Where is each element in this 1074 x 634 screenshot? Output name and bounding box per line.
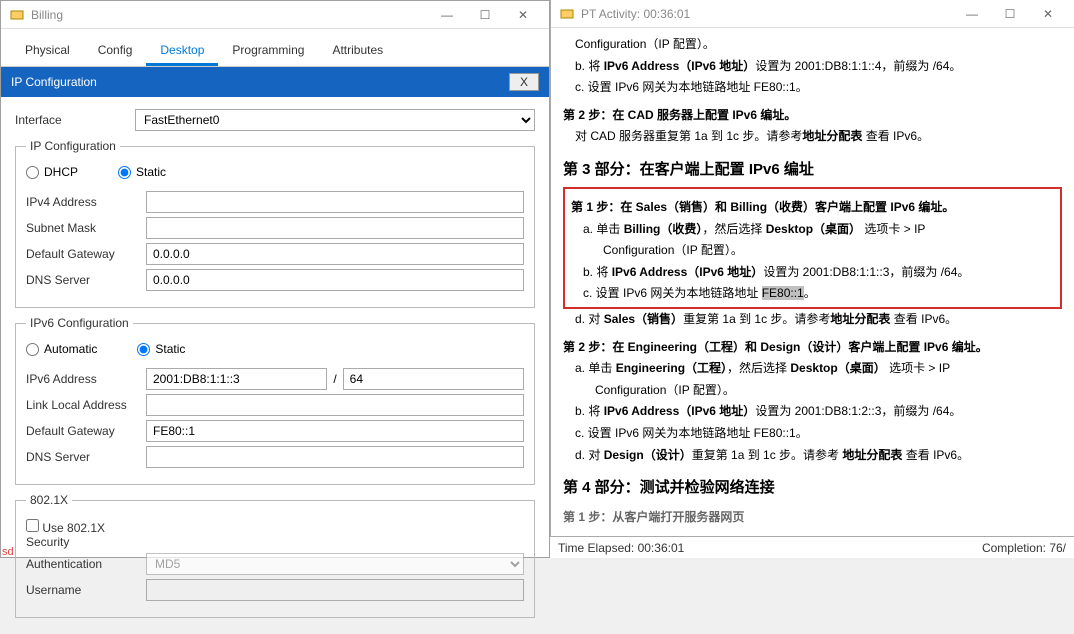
text-line: Configuration（IP 配置）。 (591, 380, 1062, 402)
ipcfg-legend: IP Configuration (26, 139, 120, 153)
dns6-input[interactable] (146, 446, 524, 468)
pt-titlebar: PT Activity: 00:36:01 — ☐ ✕ (551, 0, 1074, 28)
text-line: c. 设置 IPv6 网关为本地链路地址 FE80::1。 (591, 77, 1062, 99)
step-title: 第 2 步：在 Engineering（工程）和 Design（设计）客户端上配… (563, 337, 1062, 359)
gateway4-input[interactable] (146, 243, 524, 265)
minimize-button[interactable]: — (429, 3, 465, 27)
use8021x-checkbox[interactable] (26, 519, 39, 532)
maximize-button[interactable]: ☐ (467, 3, 503, 27)
billing-window: Billing — ☐ ✕ Physical Config Desktop Pr… (0, 0, 550, 558)
completion: Completion: 76/ (982, 541, 1066, 555)
text-line: a. 单击 Engineering（工程），然后选择 Desktop（桌面） 选… (591, 358, 1062, 380)
text-line: 对 CAD 服务器重复第 1a 到 1c 步。请参考地址分配表 查看 IPv6。 (591, 126, 1062, 148)
dot1x-group: 802.1X Use 802.1X Security Authenticatio… (15, 493, 535, 618)
auth-label: Authentication (26, 557, 146, 571)
ipconfig-panel-header: IP Configuration X (1, 67, 549, 97)
text-line: c. 设置 IPv6 网关为本地链路地址 FE80::1。 (591, 423, 1062, 445)
auto-radio[interactable] (26, 343, 39, 356)
ipv6cfg-legend: IPv6 Configuration (26, 316, 133, 330)
tab-physical[interactable]: Physical (11, 37, 84, 66)
tabbar: Physical Config Desktop Programming Attr… (1, 29, 549, 67)
text-line: a. 单击 Billing（收费），然后选择 Desktop（桌面） 选项卡 >… (599, 219, 1054, 241)
subnet-label: Subnet Mask (26, 221, 146, 235)
dns6-label: DNS Server (26, 450, 146, 464)
ipv6addr-input[interactable] (146, 368, 327, 390)
section-title: 第 3 部分：在客户端上配置 IPv6 编址 (563, 156, 1062, 183)
ipv6-configuration-group: IPv6 Configuration Automatic Static IPv6… (15, 316, 535, 485)
text-line: d. 对 Design（设计）重复第 1a 到 1c 步。请参考 地址分配表 查… (591, 445, 1062, 467)
pt-window-title: PT Activity: 00:36:01 (581, 7, 690, 21)
text-line: c. 设置 IPv6 网关为本地链路地址 FE80::1。 (599, 283, 1054, 305)
instructions-body: Configuration（IP 配置）。 b. 将 IPv6 Address（… (551, 28, 1074, 535)
dhcp-radio[interactable] (26, 166, 39, 179)
pt-maximize-button[interactable]: ☐ (992, 2, 1028, 26)
close-button[interactable]: ✕ (505, 3, 541, 27)
static6-radio-label[interactable]: Static (137, 342, 185, 356)
auto-radio-label[interactable]: Automatic (26, 342, 97, 356)
gateway6-label: Default Gateway (26, 424, 146, 438)
window-title: Billing (31, 8, 63, 22)
dhcp-radio-label[interactable]: DHCP (26, 165, 78, 179)
username-input[interactable] (146, 579, 524, 601)
username-label: Username (26, 583, 146, 597)
highlighted-step-box: 第 1 步：在 Sales（销售）和 Billing（收费）客户端上配置 IPv… (563, 187, 1062, 309)
text-line: b. 将 IPv6 Address（IPv6 地址）设置为 2001:DB8:1… (591, 56, 1062, 78)
panel-close-button[interactable]: X (509, 73, 539, 91)
interface-select[interactable]: FastEthernet0 (135, 109, 535, 131)
panel-title: IP Configuration (11, 75, 97, 89)
step-title: 第 1 步：在 Sales（销售）和 Billing（收费）客户端上配置 IPv… (571, 197, 1054, 219)
tab-programming[interactable]: Programming (218, 37, 318, 66)
static-radio[interactable] (118, 166, 131, 179)
text-line: b. 将 IPv6 Address（IPv6 地址）设置为 2001:DB8:1… (591, 401, 1062, 423)
step-title: 第 2 步：在 CAD 服务器上配置 IPv6 编址。 (563, 105, 1062, 127)
dot1x-legend: 802.1X (26, 493, 72, 507)
gateway4-label: Default Gateway (26, 247, 146, 261)
highlighted-text: FE80::1 (762, 286, 804, 300)
ipv4-label: IPv4 Address (26, 195, 146, 209)
ip-configuration-group: IP Configuration DHCP Static IPv4 Addres… (15, 139, 535, 308)
text-line: Configuration（IP 配置）。 (599, 240, 1054, 262)
titlebar: Billing — ☐ ✕ (1, 1, 549, 29)
static-radio-label[interactable]: Static (118, 165, 166, 179)
tab-config[interactable]: Config (84, 37, 147, 66)
gateway6-input[interactable] (146, 420, 524, 442)
use8021x-label[interactable]: Use 802.1X Security (26, 519, 146, 549)
dns4-label: DNS Server (26, 273, 146, 287)
ipv6addr-label: IPv6 Address (26, 372, 146, 386)
pt-minimize-button[interactable]: — (954, 2, 990, 26)
text-line: Configuration（IP 配置）。 (591, 34, 1062, 56)
section-title: 第 4 部分：测试并检验网络连接 (563, 474, 1062, 501)
text-line: b. 将 IPv6 Address（IPv6 地址）设置为 2001:DB8:1… (599, 262, 1054, 284)
linklocal-input[interactable] (146, 394, 524, 416)
step-title-cut: 第 1 步：从客户端打开服务器网页 (563, 507, 1062, 529)
prefix-slash: / (327, 372, 342, 386)
interface-label: Interface (15, 113, 135, 127)
subnet-input[interactable] (146, 217, 524, 239)
text-line: d. 对 Sales（销售）重复第 1a 到 1c 步。请参考地址分配表 查看 … (591, 309, 1062, 331)
dns4-input[interactable] (146, 269, 524, 291)
pt-app-icon (559, 6, 575, 22)
status-bar: Time Elapsed: 00:36:01 Completion: 76/ (550, 536, 1074, 558)
pt-activity-window: PT Activity: 00:36:01 — ☐ ✕ Configuratio… (550, 0, 1074, 536)
pt-close-button[interactable]: ✕ (1030, 2, 1066, 26)
ipv4-input[interactable] (146, 191, 524, 213)
ipv6prefix-input[interactable] (343, 368, 524, 390)
app-icon (9, 7, 25, 23)
tab-attributes[interactable]: Attributes (318, 37, 397, 66)
linklocal-label: Link Local Address (26, 398, 146, 412)
auth-select[interactable]: MD5 (146, 553, 524, 575)
time-elapsed: Time Elapsed: 00:36:01 (558, 541, 684, 555)
sd-text: sd (2, 546, 14, 558)
tab-desktop[interactable]: Desktop (146, 37, 218, 66)
static6-radio[interactable] (137, 343, 150, 356)
